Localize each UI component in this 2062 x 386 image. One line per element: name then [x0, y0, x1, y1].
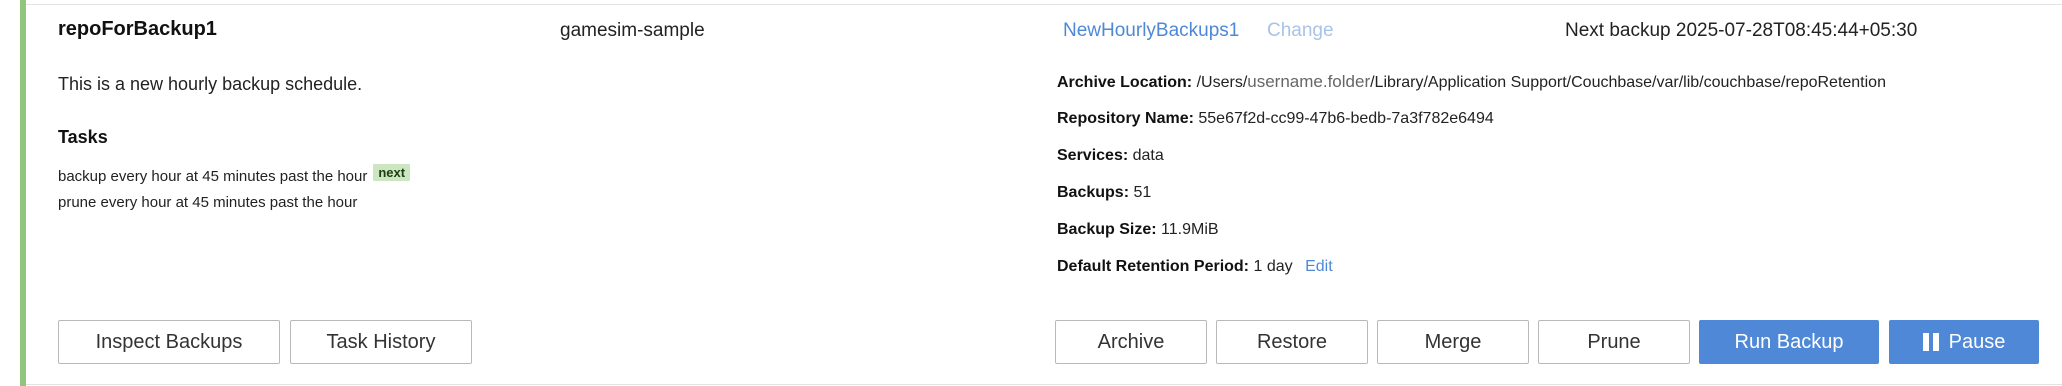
archive-button[interactable]: Archive	[1055, 320, 1207, 364]
next-backup-time: Next backup 2025-07-28T08:45:44+05:30	[1565, 20, 1918, 41]
archive-location-suffix: /Library/Application Support/Couchbase/v…	[1370, 74, 1886, 91]
repository-name-value: 55e67f2d-cc99-47b6-bedb-7a3f782e6494	[1198, 110, 1494, 127]
backups-row: Backups: 51	[1057, 184, 1151, 202]
task-text: prune every hour at 45 minutes past the …	[58, 194, 358, 211]
archive-location-label: Archive Location:	[1057, 74, 1193, 91]
task-item: prune every hour at 45 minutes past the …	[58, 194, 357, 211]
inspect-backups-button[interactable]: Inspect Backups	[58, 320, 280, 364]
backup-size-label: Backup Size:	[1057, 221, 1157, 238]
cluster-name: gamesim-sample	[560, 20, 705, 41]
retention-row: Default Retention Period: 1 day Edit	[1057, 258, 1333, 276]
archive-location-user: username.folder	[1247, 72, 1371, 91]
services-label: Services:	[1057, 147, 1129, 164]
repository-title: repoForBackup1	[58, 18, 217, 40]
task-text: backup every hour at 45 minutes past the…	[58, 168, 368, 185]
backups-label: Backups:	[1057, 184, 1130, 201]
top-divider	[26, 4, 2062, 5]
status-accent-bar	[20, 0, 26, 386]
task-history-button[interactable]: Task History	[290, 320, 472, 364]
pause-icon	[1922, 333, 1939, 351]
change-plan-link[interactable]: Change	[1267, 20, 1334, 42]
repository-name-label: Repository Name:	[1057, 110, 1194, 127]
services-value: data	[1132, 147, 1164, 164]
repository-name-row: Repository Name: 55e67f2d-cc99-47b6-bedb…	[1057, 110, 1494, 128]
backup-size-value: 11.9MiB	[1161, 221, 1219, 238]
pause-label: Pause	[1948, 330, 2006, 353]
archive-location-row: Archive Location: /Users/username.folder…	[1057, 72, 1886, 92]
task-item: backup every hour at 45 minutes past the…	[58, 164, 411, 185]
prune-button[interactable]: Prune	[1538, 320, 1690, 364]
services-row: Services: data	[1057, 147, 1164, 165]
retention-value: 1 day	[1253, 258, 1293, 275]
repository-description: This is a new hourly backup schedule.	[58, 74, 363, 94]
backups-value: 51	[1133, 184, 1152, 201]
backup-size-row: Backup Size: 11.9MiB	[1057, 221, 1219, 239]
restore-button[interactable]: Restore	[1216, 320, 1368, 364]
next-badge: next	[373, 164, 411, 181]
edit-retention-link[interactable]: Edit	[1305, 258, 1333, 275]
merge-button[interactable]: Merge	[1377, 320, 1529, 364]
archive-location-prefix: /Users/	[1196, 74, 1248, 91]
run-backup-button[interactable]: Run Backup	[1699, 320, 1879, 364]
plan-name-link[interactable]: NewHourlyBackups1	[1063, 20, 1239, 42]
pause-button[interactable]: Pause	[1889, 320, 2039, 364]
retention-label: Default Retention Period:	[1057, 258, 1250, 275]
tasks-heading: Tasks	[58, 127, 108, 147]
bottom-divider	[26, 384, 2062, 385]
